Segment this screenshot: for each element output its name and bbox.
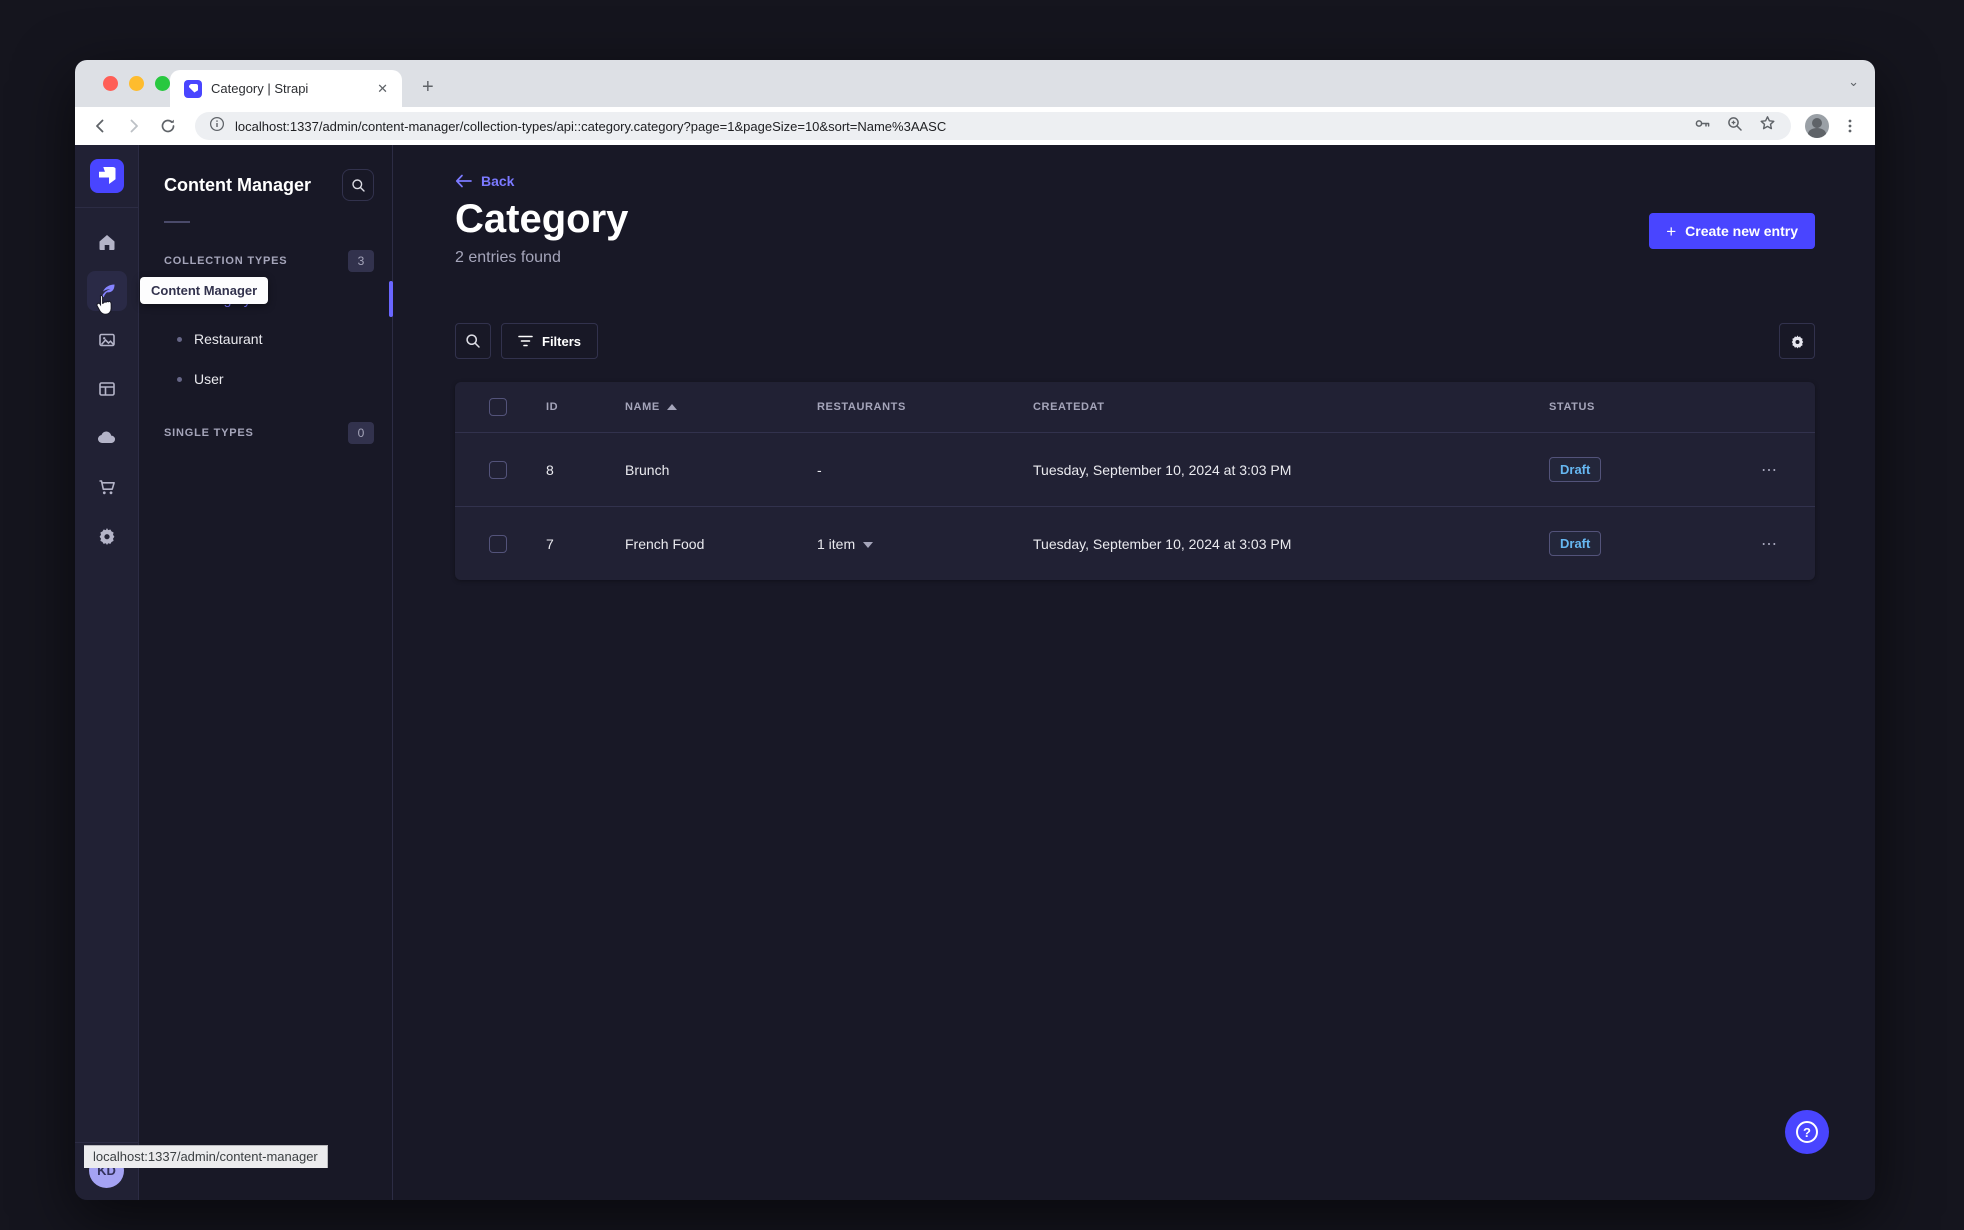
cell-id: 7 [546, 535, 554, 552]
cell-id: 8 [546, 461, 554, 478]
minimize-window-button[interactable] [129, 76, 144, 91]
strapi-logo-icon[interactable] [89, 159, 124, 193]
browser-tab[interactable]: Category | Strapi ✕ [170, 70, 402, 107]
home-icon [99, 235, 114, 250]
url-bar[interactable]: localhost:1337/admin/content-manager/col… [195, 112, 1791, 140]
single-types-count-badge: 0 [348, 422, 374, 444]
table-action-bar: Filters [455, 323, 1815, 359]
subnav-divider [164, 221, 190, 223]
search-icon [466, 334, 480, 348]
single-types-label: SINGLE TYPES [164, 427, 254, 439]
tab-title: Category | Strapi [211, 81, 309, 96]
subnav-search-button[interactable] [342, 169, 374, 201]
table-header-row: ID NAME RESTAURANTS CREATEDAT STATUS [455, 382, 1815, 432]
browser-window: Category | Strapi ✕ + ⌄ localhost:1337/a… [75, 60, 1875, 1200]
browser-toolbar: localhost:1337/admin/content-manager/col… [75, 107, 1875, 145]
bookmark-star-icon[interactable] [1758, 114, 1777, 138]
media-library-icon [98, 333, 115, 347]
browser-profile-avatar[interactable] [1805, 114, 1829, 138]
view-settings-button[interactable] [1779, 323, 1815, 359]
forward-nav-icon[interactable] [121, 113, 147, 139]
entries-table: ID NAME RESTAURANTS CREATEDAT STATUS 8 B… [455, 382, 1815, 580]
subnav-item-user[interactable]: User [139, 359, 392, 399]
content-type-builder-icon [98, 382, 115, 396]
subnav-title: Content Manager [164, 174, 312, 195]
sidebar-item-home[interactable] [87, 222, 127, 262]
gear-icon [1791, 334, 1803, 348]
table-search-button[interactable] [455, 323, 491, 359]
zoom-page-icon[interactable] [1726, 115, 1744, 138]
site-info-icon[interactable] [209, 116, 225, 137]
row-actions-menu[interactable]: ⋯ [1725, 460, 1815, 480]
row-checkbox[interactable] [489, 534, 507, 553]
header-status[interactable]: STATUS [1549, 401, 1725, 413]
reload-icon[interactable] [155, 113, 181, 139]
header-restaurants[interactable]: RESTAURANTS [817, 401, 1033, 413]
cell-restaurants[interactable]: 1 item [817, 536, 1033, 552]
window-controls [103, 76, 170, 91]
bullet-icon [177, 376, 182, 382]
create-new-entry-button[interactable]: + Create new entry [1649, 213, 1815, 249]
row-checkbox[interactable] [489, 460, 507, 479]
gear-icon [99, 528, 114, 545]
subnav-item-restaurant[interactable]: Restaurant [139, 319, 392, 359]
plus-icon: + [1666, 221, 1677, 241]
cell-createdat: Tuesday, September 10, 2024 at 3:03 PM [1033, 535, 1292, 552]
select-all-checkbox[interactable] [489, 398, 507, 416]
shopping-cart-icon [99, 480, 115, 495]
collection-types-label: COLLECTION TYPES [164, 255, 288, 267]
sidebar-item-cloud[interactable] [87, 418, 127, 458]
collection-types-section: COLLECTION TYPES 3 [139, 249, 392, 273]
help-button[interactable]: ? [1785, 1110, 1829, 1154]
maximize-window-button[interactable] [155, 76, 170, 91]
filter-icon [518, 335, 533, 347]
status-badge: Draft [1549, 457, 1602, 482]
cloud-icon [97, 431, 115, 443]
sidebar-item-settings[interactable] [87, 516, 127, 556]
bullet-icon [177, 336, 182, 342]
content-manager-tooltip: Content Manager [140, 277, 269, 304]
new-tab-button[interactable]: + [414, 76, 442, 99]
mouse-hand-cursor [93, 293, 115, 322]
row-actions-menu[interactable]: ⋯ [1725, 534, 1815, 554]
question-mark-icon: ? [1796, 1121, 1818, 1143]
entries-count: 2 entries found [455, 249, 561, 266]
chevron-down-icon [863, 541, 874, 548]
strapi-admin-app: KD Content Manager COLLECTION TYPES 3 Ca… [75, 145, 1875, 1200]
cell-name: French Food [625, 535, 705, 552]
content-area: Back Category 2 entries found + Create n… [393, 145, 1875, 1200]
back-link[interactable]: Back [455, 173, 514, 189]
sidebar-item-content-type-builder[interactable] [87, 369, 127, 409]
back-nav-icon[interactable] [87, 113, 113, 139]
url-text[interactable]: localhost:1337/admin/content-manager/col… [235, 119, 1683, 134]
header-name[interactable]: NAME [625, 401, 817, 413]
header-id[interactable]: ID [546, 401, 625, 413]
password-key-icon[interactable] [1693, 114, 1712, 138]
sort-asc-icon [666, 404, 677, 410]
single-types-section: SINGLE TYPES 0 [139, 421, 392, 445]
filters-button[interactable]: Filters [501, 323, 599, 359]
tab-search-chevron-icon[interactable]: ⌄ [1848, 74, 1859, 90]
status-badge: Draft [1549, 531, 1602, 556]
sidebar-item-marketplace[interactable] [87, 467, 127, 507]
table-row[interactable]: 7 French Food 1 item Tuesday, September … [455, 506, 1815, 580]
page-title: Category [455, 197, 629, 241]
table-row[interactable]: 8 Brunch - Tuesday, September 10, 2024 a… [455, 432, 1815, 506]
tab-close-icon[interactable]: ✕ [373, 81, 392, 97]
close-window-button[interactable] [103, 76, 118, 91]
arrow-left-icon [455, 174, 472, 188]
status-bar-link-preview: localhost:1337/admin/content-manager [84, 1145, 328, 1168]
cell-name: Brunch [625, 461, 670, 478]
strapi-favicon-icon [184, 79, 202, 98]
collection-types-count-badge: 3 [348, 250, 374, 272]
sidebar-item-media-library[interactable] [87, 320, 127, 360]
header-createdat[interactable]: CREATEDAT [1033, 401, 1549, 413]
tab-strip: Category | Strapi ✕ + ⌄ [75, 60, 1875, 107]
browser-menu-icon[interactable] [1837, 113, 1863, 139]
nav-divider [75, 207, 139, 208]
cell-createdat: Tuesday, September 10, 2024 at 3:03 PM [1033, 461, 1292, 478]
cell-restaurants: - [817, 461, 822, 478]
search-icon [351, 178, 365, 192]
